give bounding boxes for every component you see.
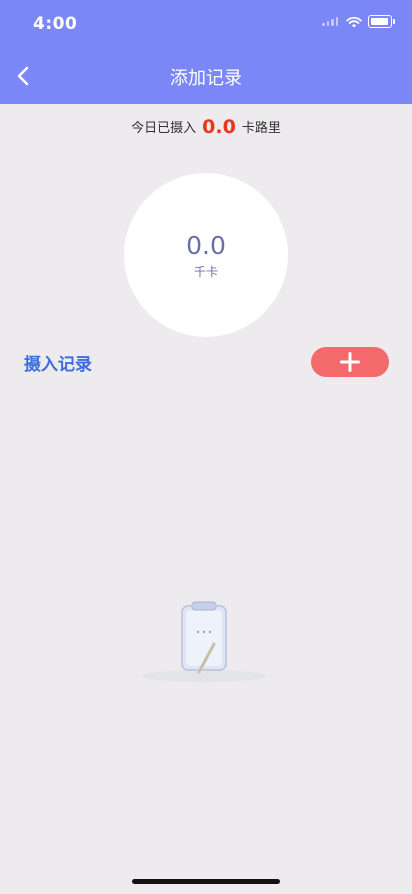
page-title: 添加记录 (170, 68, 242, 89)
calorie-circle-unit: 千卡 (193, 265, 218, 279)
app-header: 4:00 添加记录 (0, 0, 412, 104)
calorie-circle-value: 0.0 (186, 231, 226, 260)
wifi-icon (346, 16, 362, 27)
calorie-circle: 0.0 千卡 (124, 173, 288, 337)
intake-unit-label: 卡路里 (241, 121, 281, 136)
add-record-button[interactable] (311, 347, 389, 377)
home-indicator[interactable] (132, 879, 280, 884)
status-icons (322, 15, 395, 28)
empty-state-clipboard-illustration (140, 596, 272, 686)
cellular-signal-icon (322, 16, 338, 26)
intake-value: 0.0 (202, 116, 236, 138)
plus-icon (340, 352, 360, 372)
clipboard-icon (142, 601, 266, 682)
today-intake-summary: 今日已摄入 0.0 卡路里 (0, 116, 412, 138)
status-time: 4:00 (33, 14, 78, 34)
intake-records-title: 摄入记录 (24, 355, 92, 375)
battery-icon (368, 15, 395, 28)
status-bar: 4:00 (0, 0, 412, 48)
intake-prefix-label: 今日已摄入 (131, 121, 197, 136)
